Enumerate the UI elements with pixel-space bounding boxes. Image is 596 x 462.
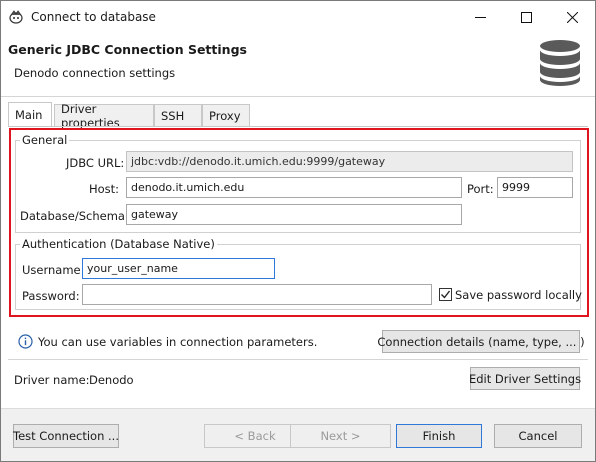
database-icon bbox=[540, 40, 580, 86]
maximize-button[interactable] bbox=[503, 2, 549, 32]
cancel-button[interactable]: Cancel bbox=[494, 424, 582, 448]
connection-details-button[interactable]: Connection details (name, type, ... ) bbox=[377, 330, 585, 353]
info-icon bbox=[18, 334, 33, 349]
test-connection-button[interactable]: Test Connection ... bbox=[13, 424, 119, 448]
minimize-button[interactable] bbox=[457, 2, 503, 32]
back-label: < Back bbox=[234, 429, 276, 443]
page-title: Generic JDBC Connection Settings bbox=[8, 42, 247, 57]
edit-driver-settings-label: Edit Driver Settings bbox=[468, 371, 582, 386]
window-title: Connect to database bbox=[31, 10, 156, 24]
edit-driver-settings-button[interactable]: Edit Driver Settings bbox=[468, 367, 582, 390]
driver-name-value: Denodo bbox=[89, 373, 134, 387]
app-icon bbox=[9, 10, 23, 24]
finish-label: Finish bbox=[422, 429, 456, 443]
finish-button[interactable]: Finish bbox=[396, 424, 482, 448]
tab-ssh[interactable]: SSH bbox=[154, 104, 202, 126]
next-label: Next > bbox=[320, 429, 361, 443]
close-icon bbox=[566, 11, 578, 23]
highlight-box bbox=[9, 128, 589, 317]
cancel-label: Cancel bbox=[518, 429, 558, 443]
minimize-icon bbox=[474, 16, 486, 18]
variables-hint: You can use variables in connection para… bbox=[38, 335, 318, 349]
tab-main-label: Main bbox=[15, 107, 43, 122]
test-connection-label: Test Connection ... bbox=[13, 429, 119, 443]
connection-details-label: Connection details (name, type, ... ) bbox=[377, 334, 585, 349]
tab-ssh-label: SSH bbox=[161, 108, 185, 123]
tab-proxy-label: Proxy bbox=[209, 108, 241, 123]
page-subtitle: Denodo connection settings bbox=[14, 66, 176, 80]
tab-proxy[interactable]: Proxy bbox=[202, 104, 250, 126]
tabs-baseline bbox=[8, 126, 588, 127]
next-button[interactable]: Next > bbox=[290, 424, 391, 448]
close-button[interactable] bbox=[549, 2, 595, 32]
maximize-icon bbox=[520, 11, 532, 23]
tab-main[interactable]: Main bbox=[8, 102, 52, 126]
header-divider bbox=[1, 96, 595, 97]
divider bbox=[8, 359, 588, 360]
tab-driver-properties[interactable]: Driver properties bbox=[54, 102, 154, 130]
title-bar[interactable]: Connect to database bbox=[1, 1, 595, 32]
driver-name-label: Driver name: bbox=[14, 373, 90, 387]
